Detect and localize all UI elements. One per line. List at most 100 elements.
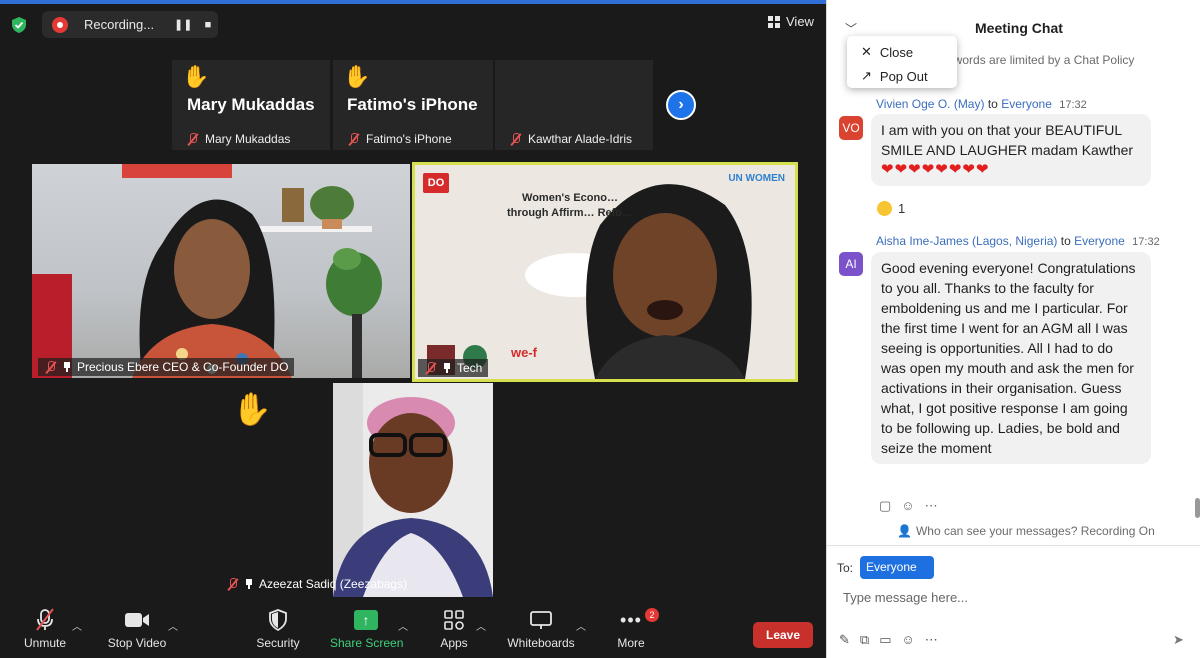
participant-label-text: Tech [457,361,483,375]
stop-video-button[interactable]: Stop Video [104,608,170,650]
recording-icon [52,16,68,33]
pin-icon [245,579,253,589]
more-options-icon[interactable]: ⋯ [925,498,938,514]
participant-tile-mary[interactable]: ✋ Mary Mukaddas Mary Mukaddas [172,60,330,150]
participant-label: Precious Ebere CEO & Co-Founder DO [38,358,295,376]
menu-item-close-label: Close [879,44,914,60]
pause-recording-button[interactable]: ❚❚ [174,18,192,31]
message-input[interactable] [843,588,1183,606]
next-page-button[interactable]: › [666,90,696,120]
pin-icon [63,362,71,372]
participant-tile-fatimo[interactable]: ✋ Fatimo's iPhone Fatimo's iPhone [333,60,493,150]
security-shield-icon[interactable] [10,16,28,34]
to-word: to [987,97,998,111]
chevron-down-icon[interactable]: ﹀ [845,20,857,37]
message-sender-line: Vivien Oge O. (May) to Everyone 17:32 [876,97,1087,111]
laughing-emoji-icon [877,201,892,216]
apps-button[interactable]: Apps [436,608,472,650]
more-options-icon[interactable]: ⋯ [925,632,938,648]
reaction-chip[interactable]: 1 [877,201,905,216]
we-fi-logo: we-f [511,345,537,360]
whiteboards-button[interactable]: Whiteboards [506,608,576,650]
recording-label: Recording... [84,17,155,32]
raised-hand-icon: ✋ [343,64,371,89]
more-notification-badge: 2 [645,608,659,622]
menu-item-close[interactable]: ✕ Close [861,44,913,60]
participant-label: Tech [418,359,489,377]
video-tile-tech-active-speaker[interactable]: DO UN WOMEN Women's Econo… through Affir… [412,162,798,382]
meeting-chat-panel: ﹀ Meeting Chat ✕ Close ↗ Pop Out ed word… [826,0,1200,658]
add-reaction-icon[interactable]: ☺ [901,498,914,514]
mic-muted-icon [186,132,199,146]
whiteboard-icon [530,611,552,629]
video-tile-azeezat[interactable] [333,383,493,597]
video-tile-precious[interactable]: Precious Ebere CEO & Co-Founder DO [32,164,410,378]
pop-out-arrow-icon: ↗ [861,68,872,83]
unmute-button[interactable]: Unmute [22,608,68,650]
avatar: AI [839,252,863,276]
security-button[interactable]: Security [252,608,304,650]
visibility-notice-text: Who can see your messages? Recording On [915,524,1155,538]
more-button[interactable]: ••• More [614,608,648,651]
participant-label: Kawthar Alade-Idris [509,132,632,146]
more-dots-icon: ••• [620,609,642,630]
recording-indicator: Recording... ❚❚ ■ [42,11,218,38]
reply-icon[interactable]: ▢ [879,498,891,514]
emoji-icon[interactable]: ☺ [902,632,915,648]
mic-muted-icon [347,132,360,146]
message-time: 17:32 [1132,236,1160,248]
stop-recording-button[interactable]: ■ [200,19,216,31]
message-bubble[interactable]: Good evening everyone! Congratulations t… [871,252,1151,464]
message-bubble[interactable]: I am with you on that your BEAUTIFUL SMI… [871,114,1151,186]
do-logo: DO [423,173,449,193]
view-button[interactable]: View [768,14,814,29]
pin-icon [443,363,451,373]
share-screen-button[interactable]: ↑ Share Screen [330,608,403,650]
participant-video-image [333,383,493,597]
hearts-emoji: ❤❤❤❤❤❤❤❤ [881,161,990,178]
format-text-icon[interactable]: ✎ [839,632,850,648]
recipient-name[interactable]: Everyone [1001,97,1052,111]
message-actions: ▢ ☺ ⋯ [879,498,938,514]
share-screen-icon: ↑ [354,610,378,630]
participant-label-text: Precious Ebere CEO & Co-Founder DO [77,360,289,374]
chat-scrollbar[interactable] [1195,498,1200,518]
message-text: Good evening everyone! Congratulations t… [881,260,1136,456]
chat-title: Meeting Chat [975,20,1063,36]
raised-hand-icon: ✋ [182,64,210,89]
mic-muted-icon [36,608,54,631]
reaction-count: 1 [898,201,906,216]
divider [827,545,1200,546]
mic-muted-icon [509,132,522,146]
participant-label: Mary Mukaddas [186,132,290,146]
send-icon[interactable]: ➤ [1173,632,1184,648]
recipient-dropdown[interactable]: Everyone ⌄ [860,556,934,597]
sender-name[interactable]: Aisha Ime-James (Lagos, Nigeria) [876,234,1057,248]
participant-tile-kawthar[interactable]: Kawthar Alade-Idris [495,60,653,150]
audio-options-chevron-icon[interactable]: ︿ [72,618,82,633]
mic-muted-icon [424,361,437,375]
participant-name-large: Mary Mukaddas [187,95,315,114]
meeting-area: Recording... ❚❚ ■ View ✋ Mary Mukaddas M… [0,0,826,658]
stop-video-label: Stop Video [107,636,167,650]
participant-video-image [32,164,382,378]
recipient-name[interactable]: Everyone [1074,234,1125,248]
menu-item-pop-out[interactable]: ↗ Pop Out [861,68,928,84]
meeting-toolbar: Unmute ︿ Stop Video ︿ Security ↑ Share S… [0,604,826,658]
participant-label-text: Azeezat Sadiq (Zeezabags) [259,577,408,591]
leave-button[interactable]: Leave [753,622,813,648]
participant-name-large: Fatimo's iPhone [347,95,478,114]
sender-name[interactable]: Vivien Oge O. (May) [876,97,984,111]
share-options-chevron-icon[interactable]: ︿ [398,618,408,633]
file-icon[interactable]: ▭ [879,632,891,648]
apps-options-chevron-icon[interactable]: ︿ [476,618,486,633]
whiteboard-options-chevron-icon[interactable]: ︿ [576,618,586,633]
unmute-label: Unmute [23,636,67,650]
apps-label: Apps [440,636,468,650]
visibility-notice[interactable]: 👤 Who can see your messages? Recording O… [897,524,1155,538]
participant-label: Fatimo's iPhone [347,132,452,146]
video-options-chevron-icon[interactable]: ︿ [168,618,178,633]
screenshot-icon[interactable]: ⧉ [860,632,869,648]
avatar: VO [839,116,863,140]
grid-view-icon [768,15,780,28]
